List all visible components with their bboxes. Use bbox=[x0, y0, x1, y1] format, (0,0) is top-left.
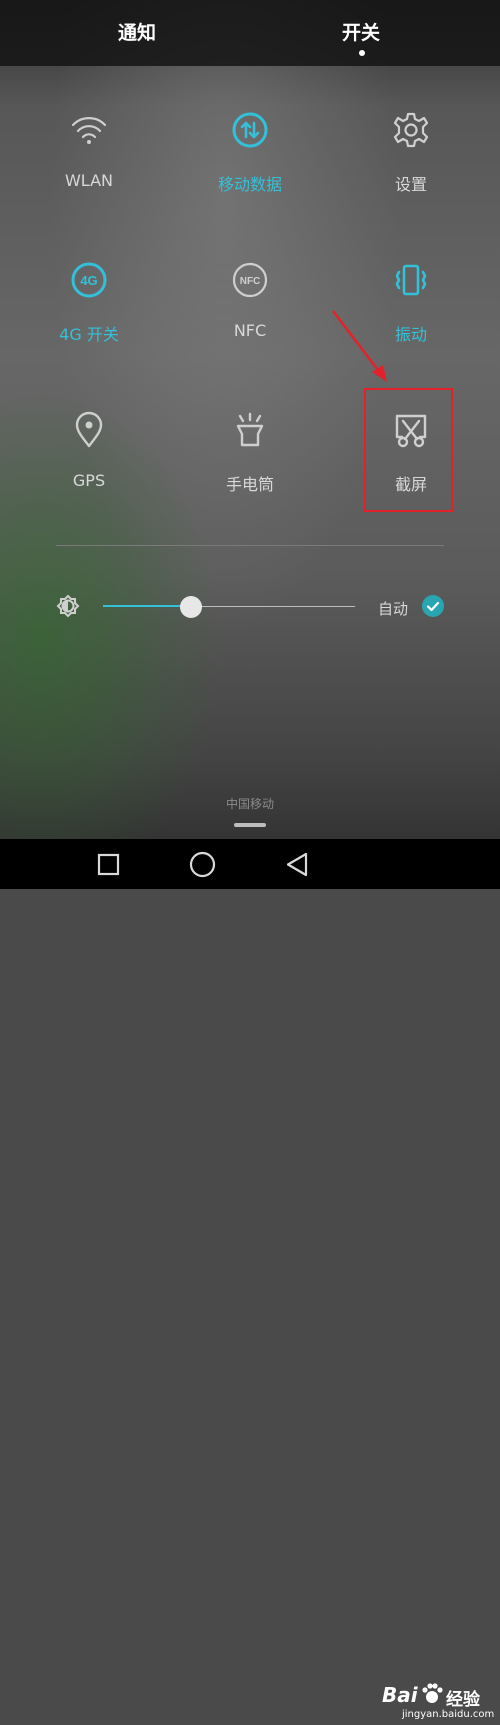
checkmark-icon bbox=[426, 601, 440, 612]
active-tab-indicator bbox=[359, 50, 365, 56]
tile-label: 移动数据 bbox=[217, 175, 282, 194]
svg-text:4G: 4G bbox=[80, 273, 97, 288]
tile-label: 手电筒 bbox=[225, 475, 274, 494]
nfc-icon: NFC bbox=[232, 262, 268, 298]
4g-icon: 4G bbox=[71, 262, 107, 298]
brightness-icon bbox=[56, 594, 80, 618]
vibrate-icon bbox=[395, 264, 427, 296]
watermark-brand: Bai bbox=[382, 1683, 418, 1707]
tile-vibrate[interactable]: 振动 bbox=[351, 261, 471, 371]
tile-label: 振动 bbox=[394, 325, 427, 344]
brightness-slider-fill bbox=[103, 605, 192, 607]
baidu-jingyan-watermark: Bai 经验 jingyan.baidu.com bbox=[380, 1679, 500, 1725]
paw-logo-icon bbox=[422, 1683, 443, 1703]
quick-settings-header: 通知 开关 bbox=[0, 0, 500, 66]
home-button[interactable] bbox=[189, 851, 216, 878]
wifi-icon bbox=[71, 117, 107, 144]
tile-4g-switch[interactable]: 4G 4G 开关 bbox=[29, 261, 149, 371]
auto-brightness-checkbox[interactable] bbox=[422, 595, 444, 617]
tab-switches[interactable]: 开关 bbox=[342, 18, 380, 45]
navigation-bar: Bai 经验 jingyan.baidu.com bbox=[0, 839, 500, 1720]
tile-label: WLAN bbox=[64, 171, 113, 190]
tile-nfc[interactable]: NFC NFC bbox=[190, 261, 310, 371]
divider bbox=[56, 545, 444, 546]
watermark-url: jingyan.baidu.com bbox=[402, 1709, 495, 1720]
recent-apps-button[interactable] bbox=[97, 853, 120, 876]
tile-gps[interactable]: GPS bbox=[29, 411, 149, 521]
tile-label: GPS bbox=[72, 471, 106, 490]
drag-handle[interactable] bbox=[234, 823, 266, 827]
flashlight-icon bbox=[236, 412, 264, 447]
mobile-data-icon bbox=[232, 112, 268, 148]
tab-notifications[interactable]: 通知 bbox=[118, 18, 156, 45]
tile-mobile-data[interactable]: 移动数据 bbox=[190, 111, 310, 221]
tile-flashlight[interactable]: 手电筒 bbox=[190, 411, 310, 521]
highlight-box bbox=[364, 388, 453, 512]
location-icon bbox=[75, 411, 103, 448]
tile-label: NFC bbox=[233, 321, 267, 340]
carrier-name: 中国移动 bbox=[225, 797, 274, 811]
auto-brightness-label: 自动 bbox=[378, 600, 409, 618]
settings-icon bbox=[393, 112, 429, 148]
tile-label: 设置 bbox=[394, 175, 427, 194]
tile-label: 4G 开关 bbox=[59, 325, 119, 344]
tile-wlan[interactable]: WLAN bbox=[29, 111, 149, 221]
svg-text:NFC: NFC bbox=[240, 276, 261, 287]
watermark-brand-suffix: 经验 bbox=[446, 1690, 480, 1710]
tile-settings[interactable]: 设置 bbox=[351, 111, 471, 221]
back-button[interactable] bbox=[285, 851, 309, 878]
